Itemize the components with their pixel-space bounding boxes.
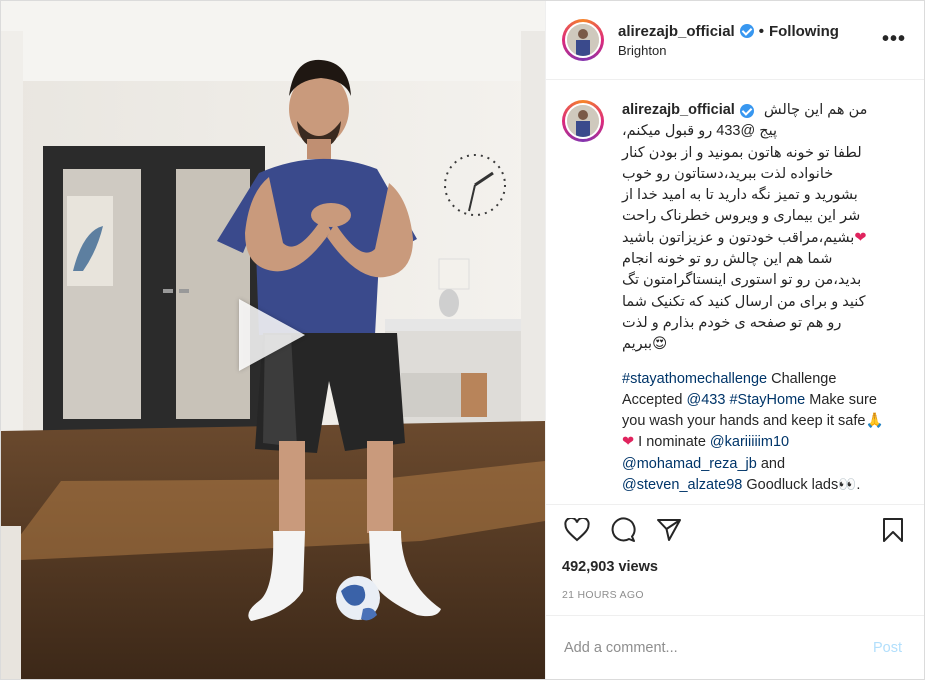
caption: alirezajb_official من هم این چالش پیج @4… bbox=[546, 80, 924, 496]
header-username[interactable]: alirezajb_official bbox=[618, 23, 735, 40]
post-video[interactable] bbox=[1, 1, 545, 679]
verified-badge-icon bbox=[739, 24, 754, 38]
separator-dot: • bbox=[758, 22, 764, 40]
mention-link[interactable]: @mohamad_reza_jb bbox=[622, 456, 757, 472]
save-button[interactable] bbox=[879, 516, 907, 544]
caption-text-segment: and bbox=[756, 455, 786, 472]
more-options-icon[interactable]: ••• bbox=[882, 29, 906, 49]
hashtag-link[interactable]: #stayathomechallenge bbox=[622, 371, 767, 387]
caption-avatar[interactable] bbox=[562, 100, 604, 142]
caption-line: شر این بیماری و ویروس خطرناک راحت bbox=[622, 208, 861, 225]
caption-line: بدید،من رو تو استوری اینستاگرامتون تگ bbox=[622, 272, 862, 289]
caption-line: رو هم تو صفحه ی خودم بذارم و لذت bbox=[622, 314, 842, 331]
mention-link[interactable]: @433 bbox=[687, 392, 726, 408]
action-bar bbox=[546, 504, 924, 555]
caption-line: کنید و برای من ارسال کنید که تکنیک شما bbox=[622, 293, 866, 310]
caption-line: لطفا تو خونه هاتون بمونید و از بودن کنار bbox=[622, 144, 862, 161]
avatar-image bbox=[565, 22, 601, 58]
praying-emoji-icon: 🙏 bbox=[865, 413, 884, 430]
hashtag-link[interactable]: #StayHome bbox=[729, 392, 805, 408]
location-link[interactable]: Brighton bbox=[618, 43, 839, 58]
caption-line: خانواده لذت ببرید،دستاتون رو خوب bbox=[622, 165, 834, 182]
avatar-image bbox=[565, 103, 601, 139]
caption-text-segment: I nominate bbox=[634, 434, 710, 451]
caption-line: بشیم،مراقب خودتون و عزیزاتون باشید bbox=[622, 229, 855, 246]
view-count[interactable]: 492,903 views bbox=[546, 559, 924, 575]
verified-badge-icon bbox=[739, 103, 754, 118]
bookmark-icon bbox=[883, 518, 903, 542]
eyes-emoji-icon: 👀 bbox=[838, 477, 857, 494]
caption-line: ببریم bbox=[622, 336, 653, 353]
mention-link[interactable]: @steven_alzate98 bbox=[622, 477, 742, 493]
comments-area[interactable]: alirezajb_official من هم این چالش پیج @4… bbox=[546, 80, 924, 504]
comment-bubble-icon bbox=[611, 517, 636, 542]
avatar[interactable] bbox=[562, 19, 604, 61]
comment-button[interactable] bbox=[609, 516, 637, 544]
caption-text: alirezajb_official من هم این چالش پیج @4… bbox=[622, 100, 890, 496]
red-heart-emoji-icon: ❤ bbox=[622, 434, 635, 451]
post-details-panel: alirezajb_official • Following Brighton … bbox=[545, 1, 924, 679]
caption-line: من هم این چالش bbox=[763, 102, 868, 118]
heart-eyes-emoji-icon: 😍 bbox=[652, 336, 668, 353]
post-comment-button[interactable]: Post bbox=[867, 639, 908, 657]
like-button[interactable] bbox=[563, 516, 591, 544]
red-heart-emoji-icon: ❤ bbox=[854, 229, 867, 246]
caption-line: شما هم این چالش رو تو خونه انجام bbox=[622, 251, 833, 268]
heart-outline-icon bbox=[564, 518, 590, 542]
add-comment-section: Post bbox=[546, 615, 924, 679]
caption-line: پیج @433 رو قبول میکنم، bbox=[622, 123, 778, 140]
caption-line: بشورید و تمیز نگه دارید تا به امید خدا ا… bbox=[622, 187, 858, 204]
following-button[interactable]: Following bbox=[769, 23, 839, 40]
play-icon[interactable] bbox=[239, 299, 305, 371]
caption-english: #stayathomechallenge Challenge Accepted … bbox=[622, 369, 890, 497]
caption-text-segment: Goodluck lads bbox=[742, 477, 839, 494]
mention-link[interactable]: @kariiiiim10 bbox=[710, 434, 789, 450]
post-header: alirezajb_official • Following Brighton … bbox=[546, 1, 924, 80]
post-timestamp[interactable]: 21 HOURS AGO bbox=[546, 589, 924, 601]
share-button[interactable] bbox=[655, 516, 683, 544]
comment-input[interactable] bbox=[546, 638, 867, 657]
paper-plane-icon bbox=[657, 519, 681, 541]
caption-text-segment: . bbox=[856, 477, 861, 494]
instagram-post: alirezajb_official • Following Brighton … bbox=[0, 0, 925, 680]
caption-username[interactable]: alirezajb_official bbox=[622, 100, 735, 121]
